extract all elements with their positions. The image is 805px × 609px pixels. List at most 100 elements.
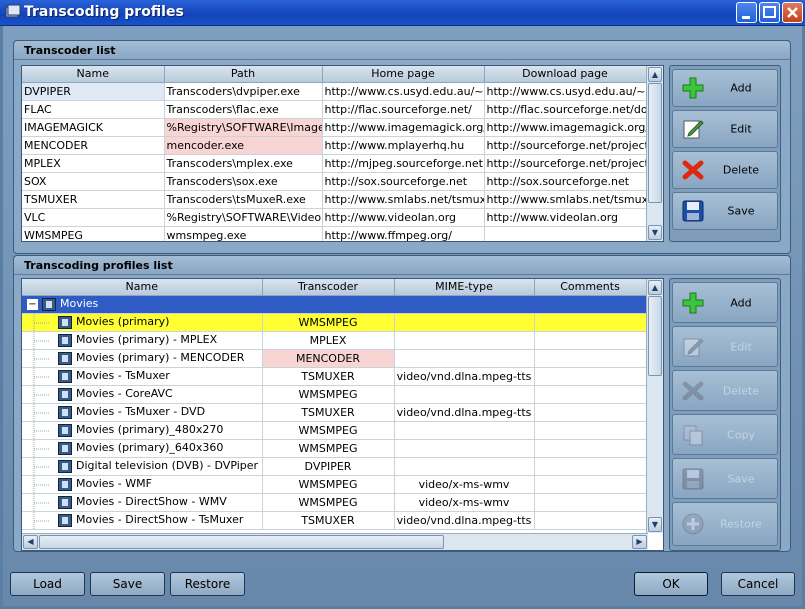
maximize-button[interactable]	[759, 2, 780, 23]
table-cell[interactable]: VLC	[22, 208, 165, 227]
table-cell[interactable]: http://flac.sourceforge.net/dowr	[484, 100, 647, 119]
table-cell[interactable]	[534, 313, 647, 332]
transcoder-add-button[interactable]: Add	[672, 69, 778, 107]
column-header[interactable]: Download page	[484, 66, 647, 83]
collapse-toggle-icon[interactable]: −	[27, 298, 38, 310]
table-row[interactable]: VLC %Registry\SOFTWARE\VideoLA http://www.…	[22, 208, 647, 227]
table-cell[interactable]: http://sox.sourceforge.net	[484, 172, 647, 191]
ok-button[interactable]: OK	[634, 572, 708, 596]
column-header[interactable]: Path	[164, 66, 323, 83]
table-cell[interactable]: http://mjpeg.sourceforge.net	[322, 154, 485, 173]
table-cell[interactable]	[484, 226, 647, 241]
transcoder-grid[interactable]: Name Path Home page Download page DVPIPER Tr…	[21, 65, 664, 242]
scroll-up-arrow[interactable]: ▲	[648, 280, 662, 295]
table-cell[interactable]: DVPIPER	[262, 457, 395, 476]
table-cell[interactable]: Digital television (DVB) - DVPiper	[22, 457, 263, 476]
table-cell[interactable]: Movies - DirectShow - WMV	[22, 493, 263, 512]
scroll-left-arrow[interactable]: ◀	[23, 535, 38, 549]
column-header[interactable]: Transcoder	[262, 279, 395, 296]
table-cell[interactable]	[534, 475, 647, 494]
table-row[interactable]: SOX Transcoders\sox.exe http://sox.sourcef…	[22, 172, 647, 191]
transcoder-delete-button[interactable]: Delete	[672, 151, 778, 189]
load-button[interactable]: Load	[10, 572, 85, 596]
table-cell[interactable]	[394, 439, 535, 458]
table-cell[interactable]: TSMUXER	[262, 367, 395, 386]
table-cell[interactable]: http://sourceforge.net/project/sl	[484, 136, 647, 155]
table-cell[interactable]: %Registry\SOFTWARE\VideoLA	[164, 208, 323, 227]
table-cell[interactable]: Transcoders\flac.exe	[164, 100, 323, 119]
table-cell[interactable]: TSMUXER	[262, 403, 395, 422]
minimize-button[interactable]	[736, 2, 757, 23]
table-cell[interactable]: Movies (primary)_640x360	[22, 439, 263, 458]
table-cell[interactable]: Movies (primary) - MPLEX	[22, 331, 263, 350]
scroll-thumb[interactable]	[648, 83, 662, 203]
table-row[interactable]: FLAC Transcoders\flac.exe http://flac.sour…	[22, 100, 647, 119]
table-cell[interactable]: http://www.videolan.org	[484, 208, 647, 227]
table-cell[interactable]: Transcoders\sox.exe	[164, 172, 323, 191]
table-cell[interactable]: http://sourceforge.net/projects/i	[484, 154, 647, 173]
table-cell[interactable]: video/vnd.dlna.mpeg-tts	[394, 403, 535, 422]
table-cell[interactable]	[534, 511, 647, 530]
table-cell[interactable]	[534, 367, 647, 386]
table-cell[interactable]	[534, 493, 647, 512]
table-cell[interactable]: Movies - CoreAVC	[22, 385, 263, 404]
profiles-hscroll[interactable]: ◀ ▶	[22, 533, 648, 550]
table-cell[interactable]: video/vnd.dlna.mpeg-tts	[394, 367, 535, 386]
table-cell[interactable]: Transcoders\tsMuxeR.exe	[164, 190, 323, 209]
table-cell[interactable]: %Registry\SOFTWARE\ImageM	[164, 118, 323, 137]
table-cell[interactable]: http://www.ffmpeg.org/	[322, 226, 485, 241]
table-row[interactable]: Movies - DirectShow - TsMuxer TSMUXER vide…	[22, 511, 647, 530]
table-cell[interactable]	[534, 385, 647, 404]
column-header[interactable]: MIME-type	[394, 279, 535, 296]
table-cell[interactable]	[534, 403, 647, 422]
table-cell[interactable]: video/vnd.dlna.mpeg-tts	[394, 511, 535, 530]
table-row[interactable]: Movies (primary) - MENCODER MENCODER	[22, 349, 647, 368]
profiles-vscroll[interactable]: ▲ ▼	[646, 279, 663, 533]
table-cell[interactable]	[534, 349, 647, 368]
scroll-up-arrow[interactable]: ▲	[648, 67, 662, 82]
cancel-button[interactable]: Cancel	[721, 572, 795, 596]
table-cell[interactable]: WMSMPEG	[262, 385, 395, 404]
scroll-right-arrow[interactable]: ▶	[632, 535, 647, 549]
profile-copy-button[interactable]: Copy	[672, 414, 778, 455]
table-cell[interactable]: Movies - TsMuxer - DVD	[22, 403, 263, 422]
restore-button[interactable]: Restore	[170, 572, 245, 596]
table-row[interactable]: Movies (primary) - MPLEX MPLEX	[22, 331, 647, 350]
table-cell[interactable]: TSMUXER	[22, 190, 165, 209]
table-cell[interactable]: wmsmpeg.exe	[164, 226, 323, 241]
profile-delete-button[interactable]: Delete	[672, 370, 778, 411]
tree-group-cell[interactable]: − Movies	[22, 295, 647, 314]
column-header[interactable]: Comments	[534, 279, 647, 296]
table-row[interactable]: Digital television (DVB) - DVPiper DVPIPE…	[22, 457, 647, 476]
table-cell[interactable]: WMSMPEG	[22, 226, 165, 241]
table-cell[interactable]	[534, 457, 647, 476]
scroll-thumb[interactable]	[648, 296, 662, 376]
table-cell[interactable]: MENCODER	[22, 136, 165, 155]
table-cell[interactable]: FLAC	[22, 100, 165, 119]
table-cell[interactable]: MPLEX	[262, 331, 395, 350]
table-cell[interactable]: http://flac.sourceforge.net/	[322, 100, 485, 119]
table-cell[interactable]: WMSMPEG	[262, 313, 395, 332]
table-cell[interactable]	[394, 421, 535, 440]
tree-group-row[interactable]: − Movies	[22, 295, 647, 314]
table-row[interactable]: Movies - TsMuxer - DVD TSMUXER video/vnd.d…	[22, 403, 647, 422]
table-row[interactable]: MPLEX Transcoders\mplex.exe http://mjpeg.s…	[22, 154, 647, 173]
transcoder-save-button[interactable]: Save	[672, 192, 778, 230]
table-cell[interactable]	[394, 313, 535, 332]
profile-add-button[interactable]: Add	[672, 282, 778, 323]
table-cell[interactable]: SOX	[22, 172, 165, 191]
scroll-down-arrow[interactable]: ▼	[648, 517, 662, 532]
table-cell[interactable]: Transcoders\dvpiper.exe	[164, 82, 323, 101]
column-header[interactable]: Name	[22, 66, 165, 83]
table-cell[interactable]: Movies (primary) - MENCODER	[22, 349, 263, 368]
close-button[interactable]	[782, 2, 803, 23]
column-header[interactable]: Name	[22, 279, 263, 296]
table-cell[interactable]: http://www.cs.usyd.edu.au/~efa	[484, 82, 647, 101]
profile-edit-button[interactable]: Edit	[672, 326, 778, 367]
table-cell[interactable]: WMSMPEG	[262, 493, 395, 512]
table-cell[interactable]	[534, 439, 647, 458]
table-row[interactable]: Movies - TsMuxer TSMUXER video/vnd.dlna.mp…	[22, 367, 647, 386]
table-cell[interactable]: http://www.imagemagick.org/scr	[322, 118, 485, 137]
table-cell[interactable]: http://www.smlabs.net/tsmuxer.	[484, 190, 647, 209]
table-row[interactable]: TSMUXER Transcoders\tsMuxeR.exe http://www…	[22, 190, 647, 209]
